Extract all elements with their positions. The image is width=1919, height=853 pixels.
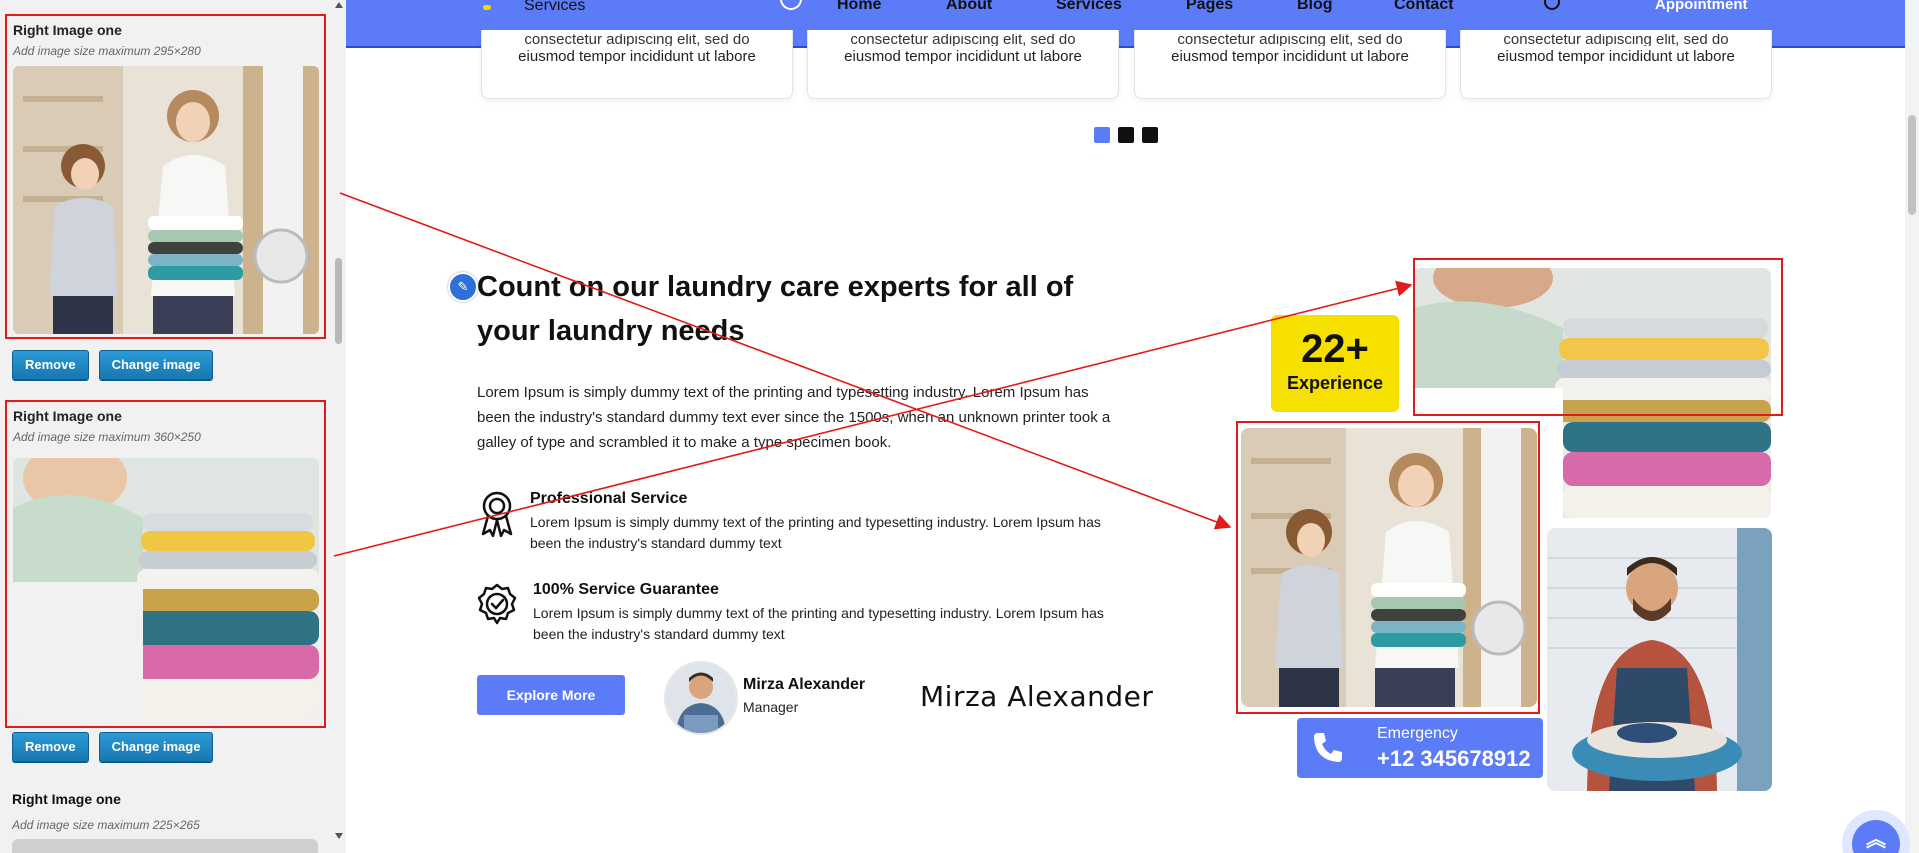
service-card: consectetur adipiscing elit, sed do eius… (481, 30, 793, 99)
award-ribbon-icon (481, 491, 513, 538)
scroll-up-icon[interactable] (335, 2, 343, 8)
emergency-label: Emergency (1377, 725, 1458, 742)
page-scrollbar[interactable] (1905, 0, 1919, 853)
image-preview-partial[interactable] (12, 839, 318, 853)
carousel-dot-active[interactable] (1094, 127, 1110, 143)
image-field-2: Right Image one Add image size maximum 3… (5, 400, 326, 728)
experience-badge: 22+ Experience (1271, 315, 1399, 412)
photo-laundry-worker (1547, 528, 1772, 791)
badge-check-icon (477, 583, 517, 625)
logo-text[interactable]: Services (524, 0, 585, 15)
image-preview-folded-clothes[interactable] (13, 458, 319, 718)
appointment-button[interactable]: Appointment (1655, 0, 1747, 13)
scrollbar-thumb[interactable] (1908, 115, 1916, 215)
back-to-top-button[interactable]: ︽ (1842, 810, 1910, 853)
card-text: eiusmod tempor incididunt ut labore (518, 48, 756, 65)
search-icon[interactable] (1544, 0, 1560, 10)
service-card: consectetur adipiscing elit, sed do eius… (807, 30, 1119, 99)
feature-title: 100% Service Guarantee (533, 581, 719, 598)
folded-clothes-photo (13, 458, 319, 718)
field-2-actions: Remove Change image (12, 732, 223, 762)
photo-mother-daughter (1241, 428, 1537, 707)
field-hint: Add image size maximum 225×265 (12, 818, 200, 832)
remove-button[interactable]: Remove (12, 350, 89, 380)
edit-pencil-icon[interactable]: ✎ (448, 272, 478, 302)
card-text-clipped: consectetur adipiscing elit, sed do (524, 34, 750, 46)
experience-label: Experience (1286, 373, 1384, 393)
image-field-1: Right Image one Add image size maximum 2… (5, 14, 326, 339)
card-text-clipped: consectetur adipiscing elit, sed do (850, 34, 1076, 46)
field-hint: Add image size maximum 295×280 (13, 44, 201, 58)
card-text: eiusmod tempor incididunt ut labore (1171, 48, 1409, 65)
customizer-panel: Right Image one Add image size maximum 2… (0, 0, 347, 853)
chevron-up-icon: ︽ (1852, 820, 1900, 853)
field-title: Right Image one (13, 22, 122, 38)
avatar (664, 661, 738, 735)
nav-circle-icon (780, 0, 802, 10)
feature-title: Professional Service (530, 490, 688, 507)
emergency-phone: +12 345678912 (1377, 746, 1531, 771)
scrollbar-thumb[interactable] (335, 258, 342, 344)
signature: Mirza Alexander (920, 680, 1154, 713)
section-heading: Count on our laundry care experts for al… (477, 271, 1074, 347)
field-title: Right Image one (12, 791, 121, 807)
carousel-dot[interactable] (1118, 127, 1134, 143)
nav-contact[interactable]: Contact (1394, 0, 1454, 14)
explore-more-button[interactable]: Explore More (477, 675, 625, 715)
panel-scrollbar[interactable] (332, 0, 346, 853)
nav-pages[interactable]: Pages (1186, 0, 1233, 14)
experience-number: 22+ (1301, 327, 1369, 371)
phone-icon (1314, 733, 1342, 762)
change-image-button[interactable]: Change image (98, 350, 214, 380)
service-card: consectetur adipiscing elit, sed do eius… (1134, 30, 1446, 99)
card-text: eiusmod tempor incididunt ut labore (1497, 48, 1735, 65)
card-text-clipped: consectetur adipiscing elit, sed do (1503, 34, 1729, 46)
logo-mark (483, 5, 491, 10)
feature-text: Lorem Ipsum is simply dummy text of the … (530, 514, 1101, 551)
site-preview: Services Home About Services Pages Blog … (346, 0, 1919, 853)
carousel-dots (1094, 127, 1166, 148)
field-hint: Add image size maximum 360×250 (13, 430, 201, 444)
service-card: consectetur adipiscing elit, sed do eius… (1460, 30, 1772, 99)
card-text-clipped: consectetur adipiscing elit, sed do (1177, 34, 1403, 46)
change-image-button[interactable]: Change image (98, 732, 214, 762)
remove-button[interactable]: Remove (12, 732, 89, 762)
manager-role: Manager (743, 699, 799, 715)
manager-name: Mirza Alexander (743, 676, 866, 693)
nav-services[interactable]: Services (1056, 0, 1122, 14)
field-1-actions: Remove Change image (12, 350, 223, 380)
nav-about[interactable]: About (946, 0, 992, 14)
emergency-box[interactable]: Emergency +12 345678912 (1297, 718, 1543, 778)
scroll-down-icon[interactable] (335, 833, 343, 839)
nav-blog[interactable]: Blog (1297, 0, 1333, 14)
section-paragraph: Lorem Ipsum is simply dummy text of the … (477, 384, 1111, 451)
card-text: eiusmod tempor incididunt ut labore (844, 48, 1082, 65)
feature-text: Lorem Ipsum is simply dummy text of the … (533, 605, 1104, 642)
carousel-dot[interactable] (1142, 127, 1158, 143)
field-title: Right Image one (13, 408, 122, 424)
image-preview-mother-daughter[interactable] (13, 66, 319, 334)
nav-home[interactable]: Home (837, 0, 881, 14)
mother-daughter-photo (13, 66, 319, 334)
